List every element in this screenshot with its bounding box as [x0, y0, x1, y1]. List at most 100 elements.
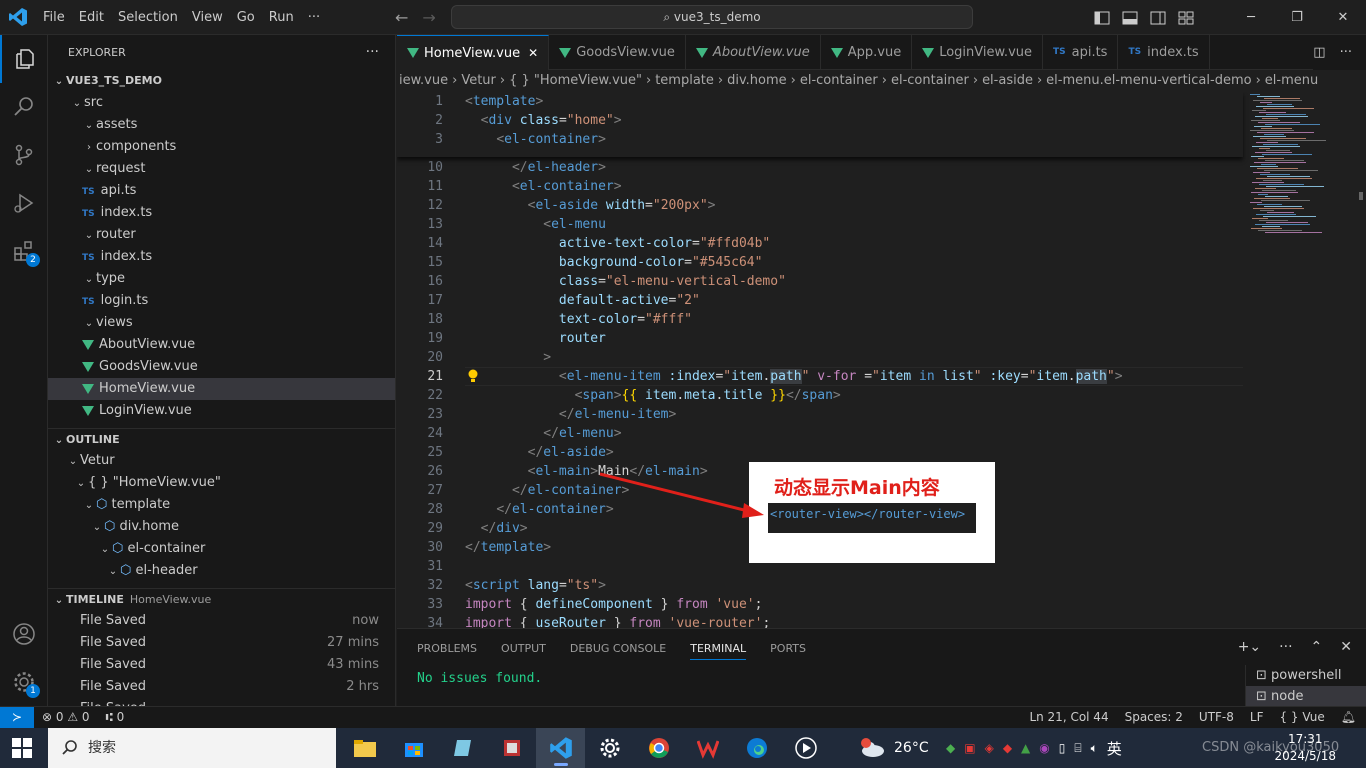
- outline-item[interactable]: ⌄{ } "HomeView.vue": [48, 472, 395, 494]
- toggle-panel-icon[interactable]: [1122, 11, 1138, 25]
- edge-app[interactable]: [732, 728, 781, 768]
- breadcrumb-item[interactable]: el-container: [800, 73, 878, 88]
- outline-item[interactable]: ⌄ ⬡ div.home: [48, 516, 395, 538]
- timeline-header[interactable]: ⌄ TIMELINE HomeView.vue: [48, 588, 395, 610]
- taskbar-search[interactable]: 搜索: [48, 728, 336, 768]
- tray-app-icon[interactable]: ▣: [964, 741, 975, 755]
- forward-arrow-icon[interactable]: →: [422, 8, 435, 27]
- split-editor-icon[interactable]: ◫: [1313, 45, 1325, 60]
- breadcrumb-item[interactable]: iew.vue: [399, 73, 448, 88]
- minimap[interactable]: [1244, 92, 1356, 392]
- outline-item[interactable]: ⌄ Vetur: [48, 450, 395, 472]
- tree-item[interactable]: ⌄ type: [48, 268, 395, 290]
- usb-icon[interactable]: ▯: [1059, 741, 1066, 755]
- tree-item[interactable]: AboutView.vue: [48, 334, 395, 356]
- maximize-panel-icon[interactable]: ⌃: [1311, 639, 1323, 655]
- extensions-activity[interactable]: 2: [0, 227, 48, 275]
- menu-file[interactable]: File: [36, 0, 72, 35]
- breadcrumb-item[interactable]: el-container: [891, 73, 969, 88]
- outline-item[interactable]: ⌄ ⬡ el-container: [48, 538, 395, 560]
- menu-run[interactable]: Run: [262, 0, 301, 35]
- notifications-icon[interactable]: 🔔︎: [1341, 707, 1356, 728]
- store-app[interactable]: [389, 728, 438, 768]
- problems-status[interactable]: ⊗ 0 ⚠ 0: [42, 707, 90, 728]
- close-tab-icon[interactable]: ✕: [528, 36, 538, 71]
- new-terminal-icon[interactable]: +⌄: [1238, 639, 1261, 655]
- chrome-app[interactable]: [634, 728, 683, 768]
- tree-item[interactable]: ⌄ src: [48, 92, 395, 114]
- panel-tab[interactable]: DEBUG CONSOLE: [570, 642, 666, 655]
- tree-item[interactable]: LoginView.vue: [48, 400, 395, 422]
- tree-item[interactable]: TS index.ts: [48, 202, 395, 224]
- timeline-item[interactable]: File Saved 27 mins: [48, 632, 395, 654]
- accounts-activity[interactable]: [0, 610, 48, 658]
- tree-item[interactable]: ⌄ request: [48, 158, 395, 180]
- network-icon[interactable]: ⌸: [1074, 741, 1081, 756]
- indentation[interactable]: Spaces: 2: [1125, 707, 1183, 728]
- tray-app-icon[interactable]: ▲: [1021, 741, 1030, 755]
- breadcrumb-item[interactable]: el-menu.el-menu-vertical-demo: [1046, 73, 1251, 88]
- wps-app[interactable]: [683, 728, 732, 768]
- toggle-secondary-sidebar-icon[interactable]: [1150, 11, 1166, 25]
- file-explorer-app[interactable]: [340, 728, 389, 768]
- outline-item[interactable]: ⌄ ⬡ template: [48, 494, 395, 516]
- timeline-item[interactable]: File Saved now: [48, 610, 395, 632]
- tree-item[interactable]: GoodsView.vue: [48, 356, 395, 378]
- customize-layout-icon[interactable]: [1178, 11, 1194, 25]
- breadcrumb-item[interactable]: { } "HomeView.vue": [509, 73, 642, 88]
- settings-app[interactable]: [585, 728, 634, 768]
- notes-app[interactable]: [438, 728, 487, 768]
- panel-tab[interactable]: PORTS: [770, 642, 806, 655]
- weather-widget[interactable]: 26°C: [860, 728, 929, 768]
- explorer-activity[interactable]: [0, 35, 48, 83]
- menu-selection[interactable]: Selection: [111, 0, 185, 35]
- language-mode[interactable]: { } Vue: [1279, 707, 1324, 728]
- run-debug-activity[interactable]: [0, 179, 48, 227]
- encoding[interactable]: UTF-8: [1199, 707, 1234, 728]
- command-center-search[interactable]: ⌕ vue3_ts_demo: [451, 5, 973, 29]
- outline-header[interactable]: ⌄ OUTLINE: [48, 428, 395, 450]
- ime-indicator[interactable]: 英: [1107, 738, 1122, 759]
- tree-item[interactable]: HomeView.vue: [48, 378, 395, 400]
- menu-go[interactable]: Go: [230, 0, 262, 35]
- more-icon[interactable]: ···: [1279, 639, 1292, 655]
- timeline-item[interactable]: File Saved 2 hrs: [48, 676, 395, 698]
- scrollbar-thumb[interactable]: [1359, 192, 1363, 200]
- timeline-item[interactable]: File Saved 43 mins: [48, 654, 395, 676]
- editor-tab[interactable]: LoginView.vue: [912, 35, 1043, 70]
- cursor-position[interactable]: Ln 21, Col 44: [1029, 707, 1108, 728]
- outline-item[interactable]: ⌄ ⬡ el-header: [48, 560, 395, 582]
- tool-app[interactable]: [487, 728, 536, 768]
- restore-button[interactable]: ❐: [1274, 10, 1320, 25]
- tree-item[interactable]: TS api.ts: [48, 180, 395, 202]
- terminal-instance[interactable]: ⊡ node: [1246, 686, 1366, 707]
- close-panel-icon[interactable]: ✕: [1340, 639, 1352, 655]
- volume-icon[interactable]: 🔈︎: [1091, 741, 1098, 756]
- breadcrumb-item[interactable]: el-aside: [982, 73, 1033, 88]
- tree-item[interactable]: ⌄ assets: [48, 114, 395, 136]
- ports-status[interactable]: ⑆ 0: [106, 707, 125, 728]
- editor-tab[interactable]: AboutView.vue: [686, 35, 821, 70]
- menu-edit[interactable]: Edit: [72, 0, 111, 35]
- eol[interactable]: LF: [1250, 707, 1264, 728]
- workspace-root[interactable]: ⌄ VUE3_TS_DEMO: [48, 70, 395, 92]
- tray-app-icon[interactable]: ◆: [1003, 741, 1012, 755]
- breadcrumb-item[interactable]: div.home: [727, 73, 787, 88]
- editor-tab[interactable]: HomeView.vue ✕: [397, 35, 550, 71]
- editor-tab[interactable]: GoodsView.vue: [549, 35, 686, 70]
- breadcrumb-item[interactable]: el-menu: [1265, 73, 1318, 88]
- more-actions-button[interactable]: ···: [366, 35, 379, 70]
- menu-view[interactable]: View: [185, 0, 230, 35]
- tray-shield-icon[interactable]: ◈: [985, 741, 994, 755]
- back-arrow-icon[interactable]: ←: [395, 8, 408, 27]
- editor-tab[interactable]: App.vue: [821, 35, 913, 70]
- vscode-app[interactable]: [536, 728, 585, 768]
- tray-app-icon[interactable]: ◉: [1039, 741, 1049, 755]
- tree-item[interactable]: ⌄ views: [48, 312, 395, 334]
- windows-start-icon[interactable]: [12, 738, 32, 758]
- vertical-scrollbar[interactable]: [1356, 92, 1366, 628]
- breadcrumb-item[interactable]: Vetur: [461, 73, 496, 88]
- minimize-button[interactable]: ─: [1228, 10, 1274, 25]
- remote-indicator[interactable]: ≻: [0, 707, 34, 729]
- editor-tab[interactable]: TS api.ts: [1043, 35, 1119, 70]
